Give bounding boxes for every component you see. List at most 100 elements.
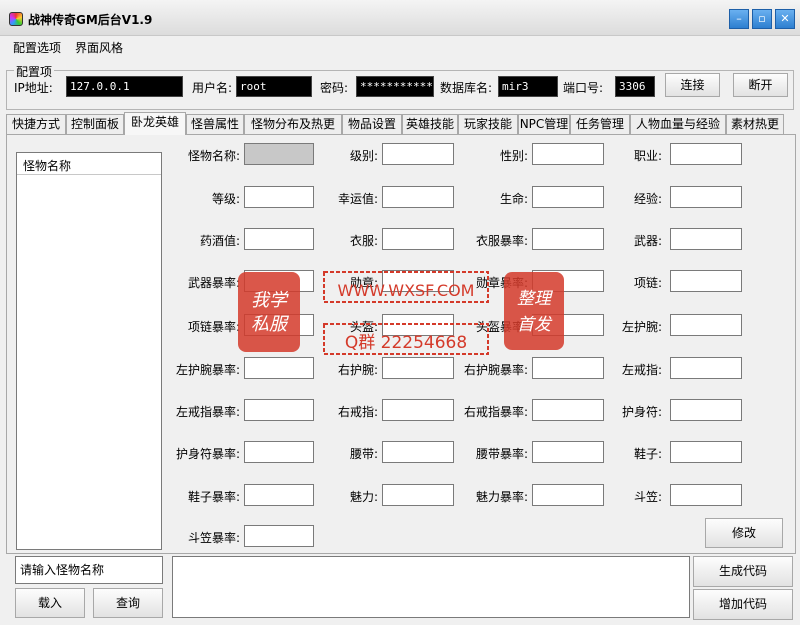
generate-code-button[interactable]: 生成代码 (693, 556, 793, 587)
field-input[interactable] (532, 357, 604, 379)
field-label: 左戒指: (621, 363, 662, 377)
password-input[interactable]: ************* (356, 76, 434, 97)
ip-label: IP地址: (14, 81, 53, 95)
tab-bar: 快捷方式 控制面板 卧龙英雄 怪兽属性 怪物分布及热更 物品设置 英雄技能 玩家技能 NPC管理… (6, 112, 796, 135)
close-button[interactable]: ✕ (775, 9, 795, 29)
field-input[interactable] (670, 484, 742, 506)
field-label: 头盔: (349, 320, 378, 334)
field-label: 武器: (633, 234, 662, 248)
field-input[interactable] (244, 314, 314, 336)
field-input[interactable] (244, 525, 314, 547)
title-bar: 战神传奇GM后台V1.9 – ▫ ✕ (0, 0, 800, 36)
field-input[interactable] (382, 399, 454, 421)
disconnect-button[interactable]: 断开 (733, 73, 788, 97)
tab-item[interactable]: 怪兽属性 (186, 114, 244, 134)
field-input[interactable] (532, 441, 604, 463)
ip-input[interactable]: 127.0.0.1 (66, 76, 183, 97)
field-input[interactable] (382, 314, 454, 336)
monster-search-input[interactable]: 请输入怪物名称 (15, 556, 163, 584)
field-input[interactable] (244, 143, 314, 165)
field-input[interactable] (670, 186, 742, 208)
field-input[interactable] (382, 357, 454, 379)
field-input[interactable] (382, 143, 454, 165)
load-button[interactable]: 载入 (15, 588, 85, 618)
field-label: 左护腕: (621, 320, 662, 334)
tab-item[interactable]: 物品设置 (342, 114, 402, 134)
query-button[interactable]: 查询 (93, 588, 163, 618)
field-input[interactable] (244, 270, 314, 292)
tab-item[interactable]: 卧龙英雄 (124, 112, 186, 135)
tab-item[interactable]: 怪物分布及热更 (244, 114, 342, 134)
field-input[interactable] (532, 484, 604, 506)
field-label: 项链: (633, 276, 662, 290)
field-label: 怪物名称: (187, 149, 240, 163)
tab-item[interactable]: 控制面板 (66, 114, 124, 134)
field-label: 鞋子: (633, 447, 662, 461)
field-input[interactable] (244, 228, 314, 250)
field-label: 职业: (633, 149, 662, 163)
field-label: 幸运值: (337, 192, 378, 206)
field-label: 级别: (349, 149, 378, 163)
menu-config[interactable]: 配置选项 (13, 39, 61, 56)
tab-item[interactable]: 玩家技能 (458, 114, 518, 134)
field-input[interactable] (244, 441, 314, 463)
field-label: 右护腕暴率: (463, 363, 528, 377)
field-label: 左戒指暴率: (175, 405, 240, 419)
restore-button[interactable]: ▫ (752, 9, 772, 29)
user-input[interactable]: root (236, 76, 312, 97)
port-input[interactable]: 3306 (615, 76, 655, 97)
field-input[interactable] (532, 399, 604, 421)
field-label: 护身符暴率: (175, 447, 240, 461)
field-input[interactable] (244, 186, 314, 208)
tab-item[interactable]: 快捷方式 (6, 114, 66, 134)
field-input[interactable] (670, 228, 742, 250)
field-input[interactable] (244, 399, 314, 421)
field-input[interactable] (382, 270, 454, 292)
tab-item[interactable]: NPC管理 (518, 114, 570, 134)
config-group-legend: 配置项 (14, 63, 55, 80)
field-label: 右戒指暴率: (463, 405, 528, 419)
db-label: 数据库名: (440, 81, 493, 95)
field-input[interactable] (532, 143, 604, 165)
connect-button[interactable]: 连接 (665, 73, 720, 97)
field-input[interactable] (670, 441, 742, 463)
field-label: 衣服暴率: (475, 234, 528, 248)
field-input[interactable] (382, 441, 454, 463)
menu-style[interactable]: 界面风格 (75, 39, 123, 56)
modify-button[interactable]: 修改 (705, 518, 783, 548)
field-input[interactable] (670, 314, 742, 336)
field-label: 性别: (499, 149, 528, 163)
field-label: 武器暴率: (187, 276, 240, 290)
tab-item[interactable]: 英雄技能 (402, 114, 458, 134)
code-output-area[interactable] (172, 556, 690, 618)
field-label: 魅力: (349, 490, 378, 504)
field-label: 勋章暴率: (475, 276, 528, 290)
tab-item[interactable]: 人物血量与经验 (630, 114, 726, 134)
field-input[interactable] (670, 270, 742, 292)
tab-item[interactable]: 素材热更 (726, 114, 784, 134)
field-input[interactable] (532, 270, 604, 292)
field-input[interactable] (244, 357, 314, 379)
monster-list[interactable]: 怪物名称 (16, 152, 162, 550)
field-label: 生命: (499, 192, 528, 206)
field-input[interactable] (670, 357, 742, 379)
field-input[interactable] (532, 186, 604, 208)
field-input[interactable] (670, 143, 742, 165)
field-label: 斗笠: (633, 490, 662, 504)
field-input[interactable] (532, 314, 604, 336)
add-code-button[interactable]: 增加代码 (693, 589, 793, 620)
tab-item[interactable]: 任务管理 (570, 114, 630, 134)
field-input[interactable] (382, 186, 454, 208)
field-label: 头盔暴率: (475, 320, 528, 334)
menu-bar: 配置选项 界面风格 (0, 37, 800, 57)
field-input[interactable] (670, 399, 742, 421)
field-input[interactable] (382, 228, 454, 250)
field-input[interactable] (382, 484, 454, 506)
app-icon (9, 12, 23, 26)
field-label: 等级: (211, 192, 240, 206)
minimize-button[interactable]: – (729, 9, 749, 29)
field-input[interactable] (244, 484, 314, 506)
db-input[interactable]: mir3 (498, 76, 558, 97)
field-label: 右护腕: (337, 363, 378, 377)
field-input[interactable] (532, 228, 604, 250)
